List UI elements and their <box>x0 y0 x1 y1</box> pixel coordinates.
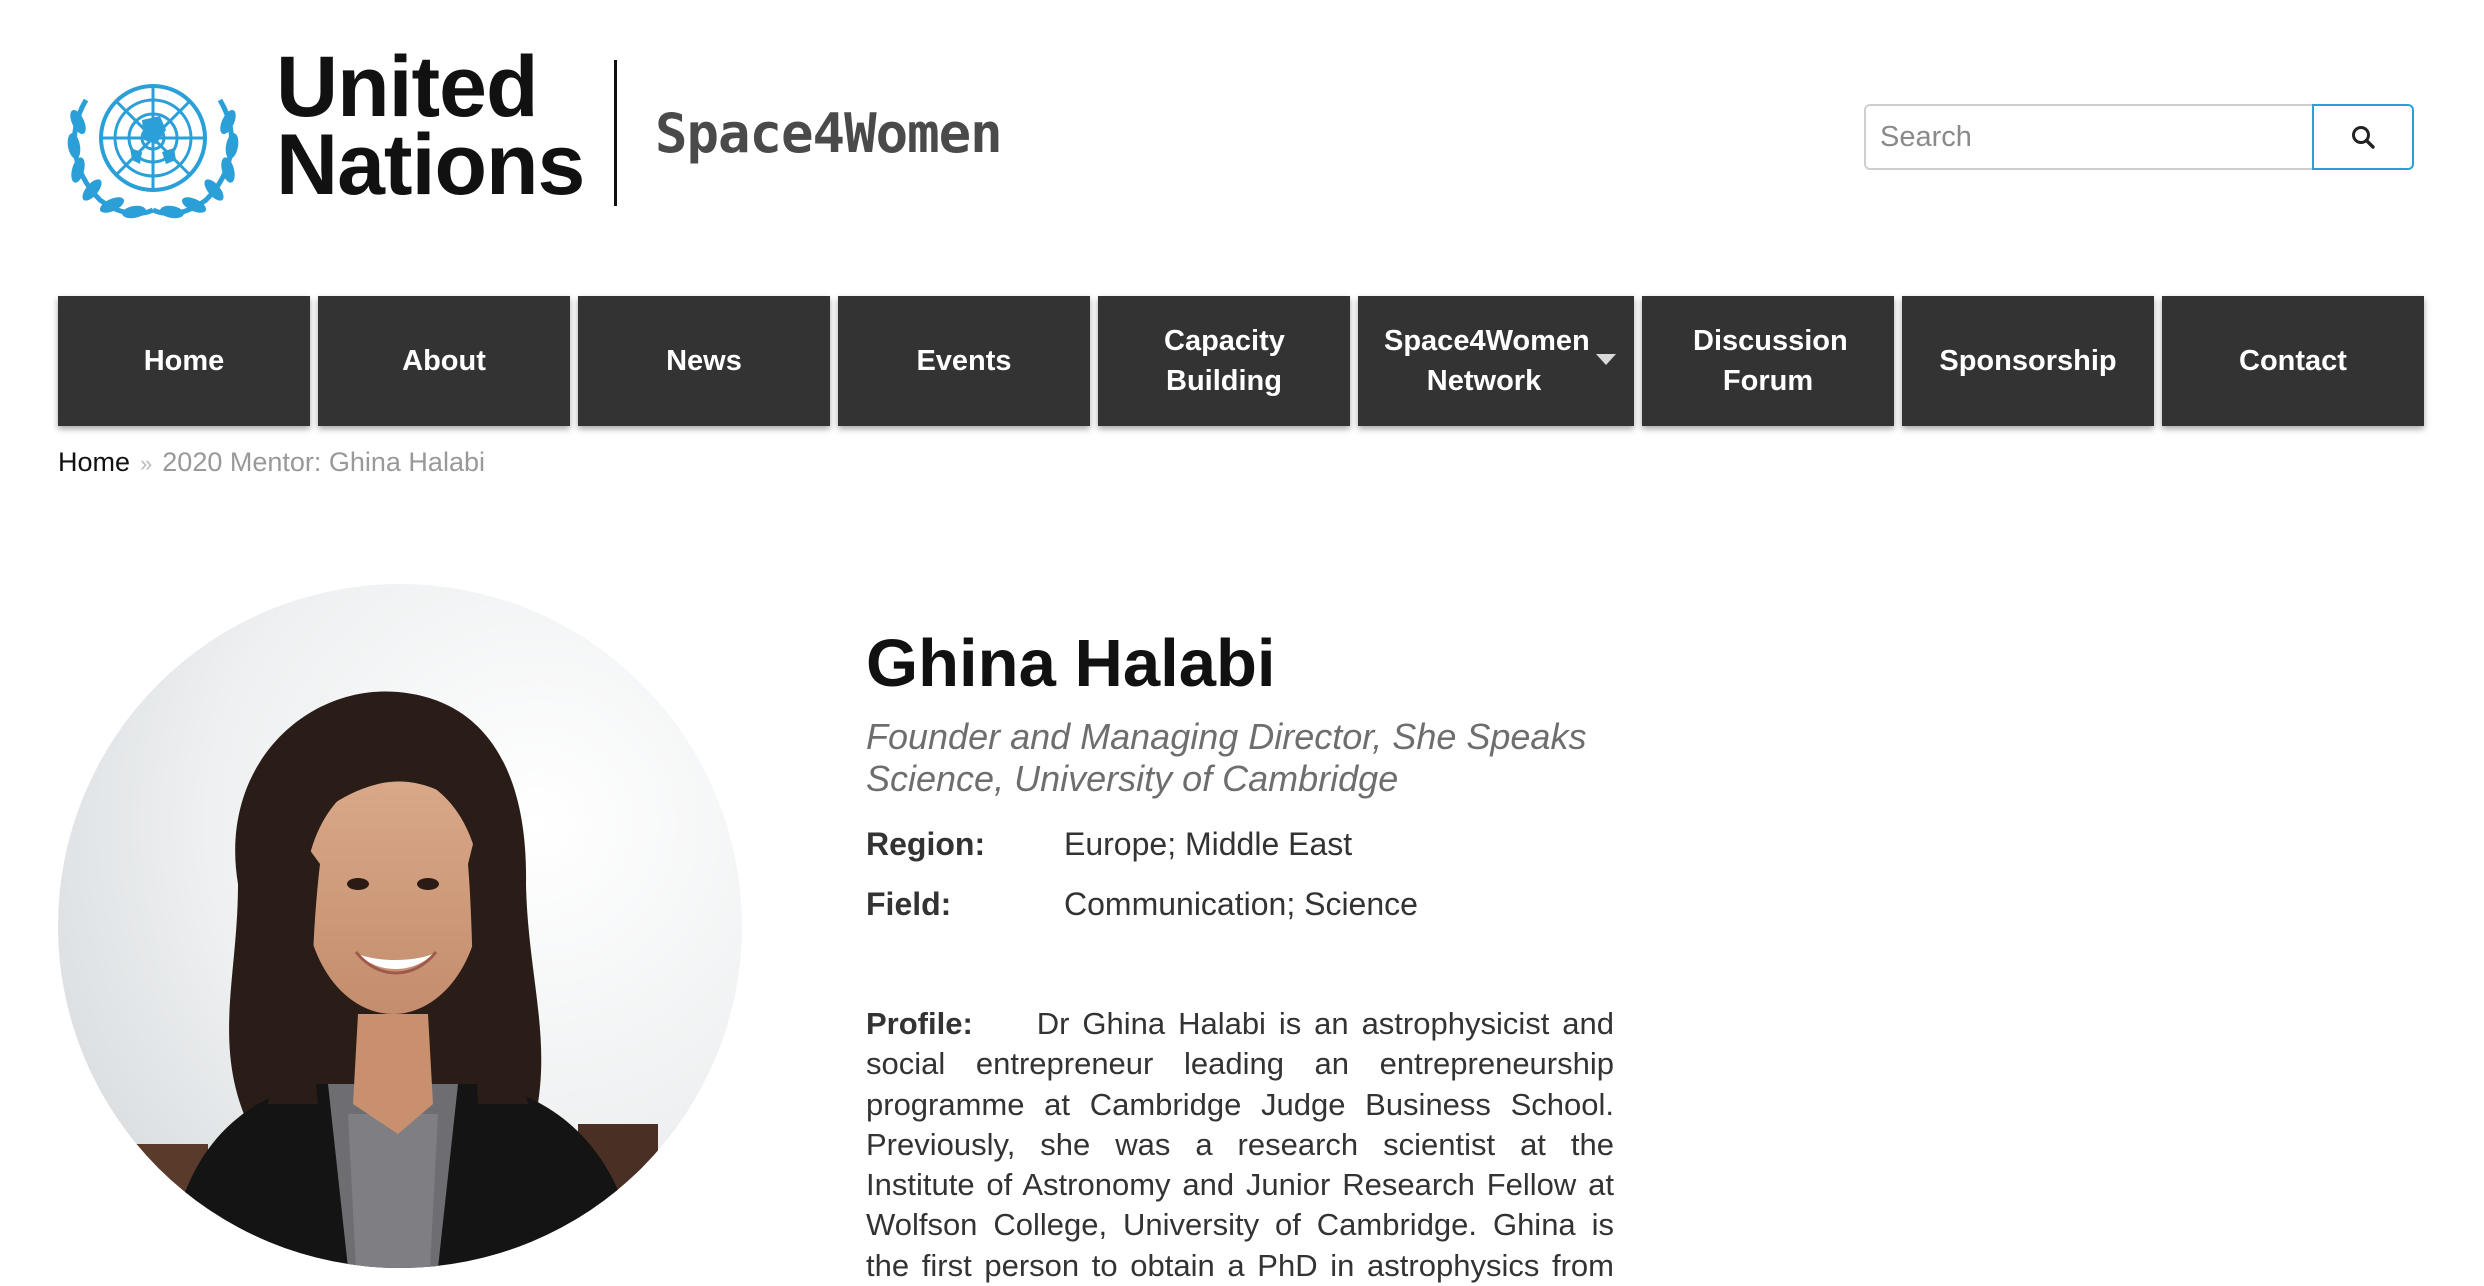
page: United Nations Space4Women Home About Ne… <box>0 0 2484 1286</box>
profile-label: Profile: <box>866 1006 973 1041</box>
org-name-line1: United <box>276 39 539 135</box>
site-header: United Nations Space4Women <box>0 0 2484 290</box>
breadcrumb-home-link[interactable]: Home <box>58 447 130 477</box>
chevron-down-icon[interactable] <box>1596 354 1616 365</box>
nav-item-about[interactable]: About <box>318 296 570 426</box>
region-row: Region: Europe; Middle East <box>866 824 1352 864</box>
field-label: Field: <box>866 886 952 922</box>
nav-item-news[interactable]: News <box>578 296 830 426</box>
profile-paragraph: Profile: Dr Ghina Halabi is an astrophysi… <box>866 1004 1614 1286</box>
breadcrumb: Home » 2020 Mentor: Ghina Halabi <box>58 444 485 482</box>
mentor-portrait <box>58 584 742 1268</box>
un-emblem-icon[interactable] <box>56 60 250 220</box>
field-row: Field: Communication; Science <box>866 884 1418 924</box>
un-wordmark[interactable]: United Nations <box>276 39 585 213</box>
breadcrumb-current: 2020 Mentor: Ghina Halabi <box>162 447 485 477</box>
nav-item-label: Discussion Forum <box>1693 325 1848 397</box>
region-value: Europe; Middle East <box>1064 826 1353 862</box>
search-button[interactable] <box>2312 104 2414 170</box>
nav-item-label: Contact <box>2239 345 2347 377</box>
mentor-name: Ghina Halabi <box>866 626 1276 701</box>
nav-item-label: Events <box>916 345 1012 377</box>
nav-item-label: Sponsorship <box>1939 345 2117 377</box>
nav-item-sponsorship[interactable]: Sponsorship <box>1902 296 2154 426</box>
search-icon <box>2352 126 2375 149</box>
mentor-role: Founder and Managing Director, She Speak… <box>866 716 1587 799</box>
header-divider <box>614 60 617 206</box>
region-label: Region: <box>866 826 986 862</box>
nav-item-label: Home <box>143 345 225 377</box>
nav-item-space4women-network[interactable]: Space4Women Network <box>1358 296 1634 426</box>
nav-item-capacity-building[interactable]: Capacity Building <box>1098 296 1350 426</box>
site-name[interactable]: Space4Women <box>655 104 1003 164</box>
nav-item-label: Capacity Building <box>1164 325 1285 397</box>
org-name-line2: Nations <box>276 117 585 213</box>
nav-item-events[interactable]: Events <box>838 296 1090 426</box>
search-input[interactable] <box>1864 104 2312 170</box>
main-nav: Home About News Events Capacity Building… <box>58 296 2424 426</box>
nav-item-label: About <box>402 345 486 377</box>
nav-item-label: Space4Women Network <box>1384 325 1590 397</box>
profile-text: Dr Ghina Halabi is an astrophysicist and… <box>866 1006 1614 1283</box>
nav-item-home[interactable]: Home <box>58 296 310 426</box>
nav-item-contact[interactable]: Contact <box>2162 296 2424 426</box>
field-value: Communication; Science <box>1064 886 1418 922</box>
nav-item-discussion-forum[interactable]: Discussion Forum <box>1642 296 1894 426</box>
breadcrumb-separator: » <box>140 451 153 476</box>
mentor-photo <box>58 584 742 1268</box>
nav-item-label: News <box>666 345 742 377</box>
